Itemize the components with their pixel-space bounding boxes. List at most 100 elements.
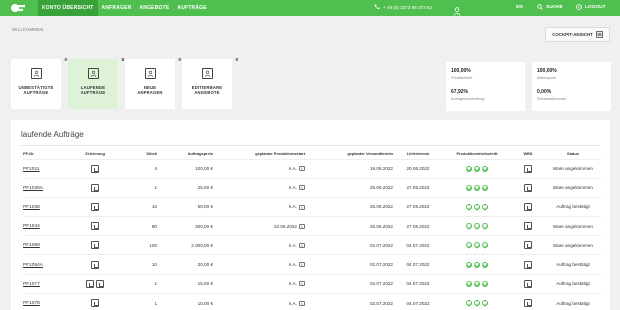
order-number-link[interactable]: PF1077	[23, 282, 40, 287]
column-header[interactable]: PF-Nr.	[23, 148, 71, 159]
column-header[interactable]: geplanter Produktionsstart	[213, 148, 305, 159]
user-document-icon	[30, 68, 42, 79]
card-laufende-auftraege[interactable]: LAUFENDE AUFTRÄGE 8	[68, 57, 124, 109]
drawing-document-icon[interactable]	[91, 260, 99, 269]
nav-item-konto-uebersicht[interactable]: KONTO ÜBERSICHT	[38, 0, 98, 16]
stat-value: 0,00%	[537, 89, 552, 95]
check-circle-icon	[474, 280, 480, 287]
wbs-document-icon[interactable]	[524, 183, 532, 192]
order-number-link[interactable]: PF1035A	[23, 186, 43, 191]
table-header-row: PF-Nr. Zeichnung Stück Auftragspreis gep…	[23, 148, 601, 159]
card-editierbare-angebote[interactable]: EDITIERBARE ANGEBOTE 0	[182, 57, 238, 109]
order-number-link[interactable]: PF1054A	[23, 263, 43, 268]
nav-item-auftraege[interactable]: AUFTRÄGE	[173, 0, 210, 16]
logout-label: LOGOUT	[585, 4, 606, 10]
card-neue-anfragen[interactable]: NEUE ANFRAGEN 0	[125, 57, 181, 109]
column-header[interactable]: geplanter Versandtermin	[305, 148, 393, 159]
language-switch[interactable]: EN	[516, 5, 523, 10]
drawing-document-icon[interactable]	[86, 279, 94, 288]
column-header[interactable]: Stück	[119, 148, 157, 159]
check-circle-icon	[474, 203, 480, 210]
check-circle-icon	[482, 242, 488, 249]
order-number-link[interactable]: PF1069	[23, 243, 40, 248]
table-row[interactable]: PF1044 90 300,00 €22.06.2022 ✎ 25.06.2022 27.…	[23, 216, 601, 236]
column-header[interactable]: Status	[545, 148, 601, 159]
phone-link[interactable]: + 49 (0) 2373 95 373 62	[374, 4, 432, 10]
table-row[interactable]: PF1054A 10 20,00 € k.A. ✎ 02.07.2022 04.07.202…	[23, 254, 601, 275]
wbs-cell	[511, 196, 545, 217]
nav-item-anfragen[interactable]: ANFRAGEN	[98, 0, 136, 16]
edit-icon[interactable]: ✎	[299, 166, 305, 172]
check-circle-icon	[466, 300, 472, 307]
price-cell: 15,00 €	[157, 273, 213, 294]
production-progress-cell	[443, 216, 511, 236]
table-row[interactable]: PF1078 1 10,00 € k.A. ✎ 02.07.2022 04.07.2022 A…	[23, 292, 601, 310]
production-start-cell: k.A. ✎	[213, 177, 305, 198]
order-number-link[interactable]: PF1011	[23, 167, 39, 172]
edit-icon[interactable]: ✎	[299, 262, 305, 268]
order-number-link[interactable]: PF1044	[23, 224, 40, 229]
brand-logo[interactable]	[10, 3, 26, 13]
edit-icon[interactable]: ✎	[299, 281, 305, 287]
user-account-icon[interactable]	[453, 3, 461, 21]
shipping-date-cell: 02.07.2022	[305, 254, 393, 275]
wbs-document-icon[interactable]	[524, 299, 532, 308]
table-row[interactable]: PF1035A 1 25,00 € k.A. ✎ 25.06.2022 27.06.2022…	[23, 177, 601, 198]
order-number-link[interactable]: PF1078	[23, 301, 40, 306]
main-nav: KONTO ÜBERSICHT ANFRAGEN ANGEBOTE AUFTRÄ…	[38, 0, 211, 16]
shipping-date-cell: 02.07.2022	[305, 235, 393, 255]
wbs-document-icon[interactable]	[524, 164, 532, 173]
search-button[interactable]: SUCHE	[537, 4, 563, 10]
wbs-document-icon[interactable]	[524, 202, 532, 211]
table-row[interactable]: PF1077 1 15,00 € k.A. ✎ 02.07.2022 04.07.2022 A…	[23, 273, 601, 294]
column-header[interactable]: Liefertermin	[393, 148, 443, 159]
table-row[interactable]: PF1038 15 50,00 € k.A. ✎ 25.06.2022 27.06.2022…	[23, 196, 601, 217]
quantity-cell: 90	[119, 216, 157, 236]
column-header[interactable]: Produktionsfortschritt	[443, 148, 511, 159]
column-header[interactable]: Zeichnung	[71, 148, 119, 159]
column-header[interactable]: Auftragspreis	[157, 148, 213, 159]
column-header[interactable]: WBS	[511, 148, 545, 159]
production-start-cell: k.A. ✎	[213, 292, 305, 310]
drawing-document-icon[interactable]	[96, 279, 104, 288]
edit-icon[interactable]: ✎	[299, 300, 305, 306]
edit-icon[interactable]: ✎	[299, 185, 305, 191]
drawing-document-icon[interactable]	[91, 183, 99, 192]
stat-label: Pünktlichkeit	[451, 76, 473, 80]
cockpit-icon	[595, 31, 603, 38]
quantity-cell: 15	[119, 196, 157, 217]
wbs-document-icon[interactable]	[524, 279, 532, 288]
phone-number: + 49 (0) 2373 95 373 62	[383, 4, 433, 10]
nav-item-angebote[interactable]: ANGEBOTE	[135, 0, 173, 16]
wbs-document-icon[interactable]	[524, 241, 532, 250]
wbs-document-icon[interactable]	[524, 260, 532, 269]
wbs-document-icon[interactable]	[524, 222, 532, 231]
check-circle-icon	[482, 300, 488, 307]
table-row[interactable]: PF1069 100 2.000,00 € k.A. ✎ 02.07.2022 04.07.…	[23, 235, 601, 255]
table-row[interactable]: PF1011 4 100,00 € k.A. ✎ 18.06.2022 20.06.2022…	[23, 158, 601, 179]
drawing-cell	[71, 216, 119, 236]
drawing-document-icon[interactable]	[91, 202, 99, 211]
edit-icon[interactable]: ✎	[299, 204, 305, 210]
drawing-document-icon[interactable]	[91, 299, 99, 308]
order-number-link[interactable]: PF1038	[23, 205, 40, 210]
check-circle-icon	[482, 203, 488, 210]
drawing-document-icon[interactable]	[91, 241, 99, 250]
drawing-cell	[71, 273, 119, 294]
production-progress-cell	[443, 235, 511, 255]
cockpit-view-button[interactable]: COCKPIT-ANSICHT	[545, 27, 610, 42]
drawing-document-icon[interactable]	[91, 222, 99, 231]
production-start-value: k.A.	[289, 281, 297, 287]
check-circle-icon	[466, 261, 472, 268]
card-count: 0	[64, 57, 67, 62]
drawing-document-icon[interactable]	[91, 164, 99, 173]
logout-button[interactable]: LOGOUT	[576, 4, 606, 10]
production-start-value: k.A.	[289, 165, 297, 171]
check-circle-icon	[466, 280, 472, 287]
edit-icon[interactable]: ✎	[299, 223, 305, 229]
delivery-date-cell: 20.06.2022	[393, 158, 443, 179]
edit-icon[interactable]: ✎	[299, 242, 305, 248]
production-start-cell: k.A. ✎	[213, 273, 305, 294]
card-unbestaetigte-auftraege[interactable]: UNBESTÄTIGTE AUFTRÄGE 0	[11, 57, 67, 109]
production-progress-cell	[443, 177, 511, 198]
